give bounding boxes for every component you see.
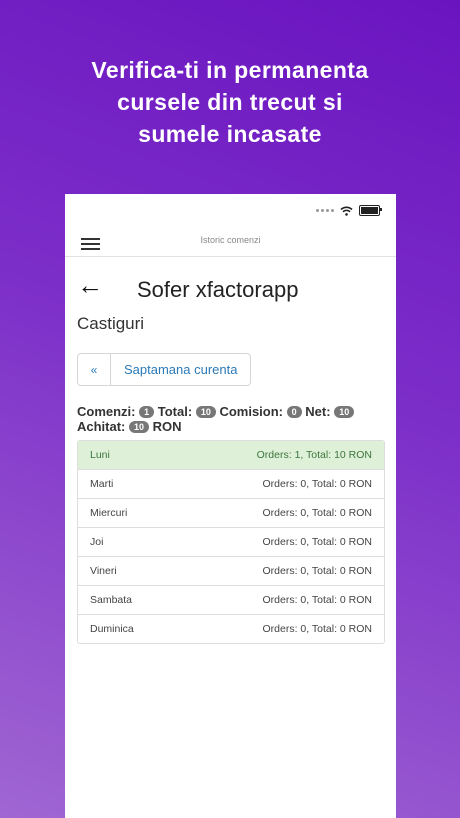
day-row-vineri[interactable]: Vineri Orders: 0, Total: 0 RON	[78, 556, 384, 585]
earnings-summary: Comenzi: 1 Total: 10 Comision: 0 Net: 10…	[77, 404, 387, 434]
navbar-title: Istoric comenzi	[200, 235, 261, 245]
total-label: Total:	[157, 404, 193, 419]
total-badge: 10	[195, 406, 216, 418]
day-row-joi[interactable]: Joi Orders: 0, Total: 0 RON	[78, 527, 384, 556]
day-summary: Orders: 0, Total: 0 RON	[262, 623, 372, 635]
day-name: Marti	[90, 478, 114, 490]
day-name: Duminica	[90, 623, 134, 635]
paid-badge: 10	[129, 421, 150, 433]
currency-label: RON	[152, 419, 182, 434]
day-row-marti[interactable]: Marti Orders: 0, Total: 0 RON	[78, 469, 384, 498]
day-summary: Orders: 0, Total: 0 RON	[262, 594, 372, 606]
day-name: Luni	[90, 449, 110, 461]
current-week-button[interactable]: Saptamana curenta	[111, 354, 250, 385]
arrow-left-icon[interactable]: ←	[77, 272, 103, 298]
day-row-duminica[interactable]: Duminica Orders: 0, Total: 0 RON	[78, 614, 384, 643]
day-row-sambata[interactable]: Sambata Orders: 0, Total: 0 RON	[78, 585, 384, 614]
commission-label: Comision:	[219, 404, 284, 419]
net-label: Net:	[305, 404, 331, 419]
day-row-luni[interactable]: Luni Orders: 1, Total: 10 RON	[78, 441, 384, 469]
page-title: Sofer xfactorapp	[137, 277, 299, 302]
signal-icon	[316, 209, 334, 212]
section-title: Castiguri	[77, 314, 145, 333]
day-summary: Orders: 0, Total: 0 RON	[262, 565, 372, 577]
previous-week-button[interactable]: «	[78, 354, 111, 385]
day-summary: Orders: 1, Total: 10 RON	[256, 449, 372, 461]
orders-label: Comenzi:	[77, 404, 136, 419]
day-summary: Orders: 0, Total: 0 RON	[262, 536, 372, 548]
day-name: Miercuri	[90, 507, 128, 519]
promo-headline: Verifica-ti in permanenta cursele din tr…	[91, 57, 369, 147]
top-navbar: Istoric comenzi	[65, 222, 396, 257]
commission-badge: 0	[286, 406, 302, 418]
day-name: Vineri	[90, 565, 117, 577]
week-selector: « Saptamana curenta	[77, 353, 252, 386]
status-bar	[316, 205, 382, 216]
wifi-icon	[340, 206, 353, 216]
day-name: Joi	[90, 536, 104, 548]
net-badge: 10	[334, 406, 355, 418]
days-list: Luni Orders: 1, Total: 10 RON Marti Orde…	[77, 440, 385, 644]
day-summary: Orders: 0, Total: 0 RON	[262, 478, 372, 490]
day-row-miercuri[interactable]: Miercuri Orders: 0, Total: 0 RON	[78, 498, 384, 527]
phone-screen: Istoric comenzi ← Sofer xfactorapp Casti…	[65, 194, 396, 818]
orders-badge: 1	[139, 406, 155, 418]
paid-label: Achitat:	[77, 419, 126, 434]
day-name: Sambata	[90, 594, 133, 606]
day-summary: Orders: 0, Total: 0 RON	[262, 507, 372, 519]
battery-icon	[359, 205, 382, 216]
